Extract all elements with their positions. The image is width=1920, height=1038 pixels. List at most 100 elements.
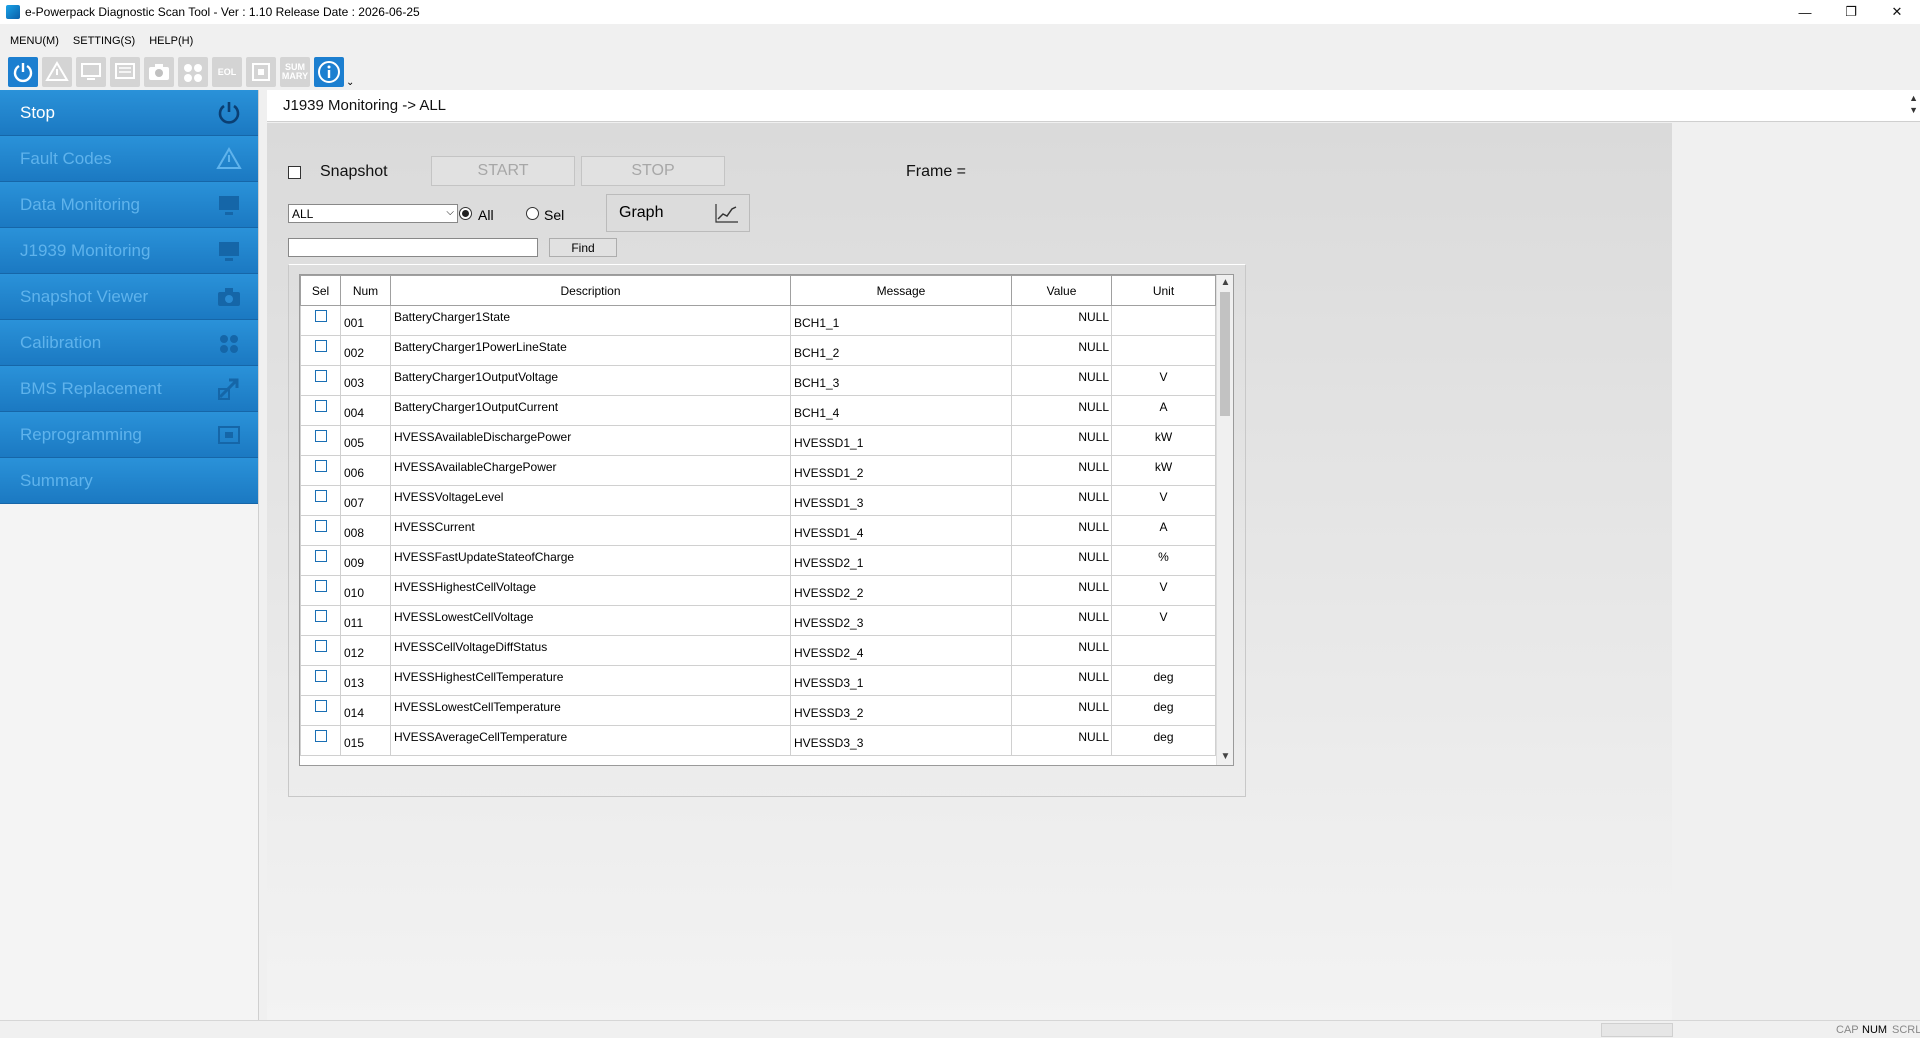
row-checkbox[interactable] [314, 550, 327, 562]
unit-cell: kW [1111, 425, 1216, 456]
table-row[interactable]: 008 HVESSCurrent HVESSD1_4 NULL A [300, 515, 1216, 546]
row-checkbox[interactable] [314, 430, 327, 442]
table-row[interactable]: 004 BatteryCharger1OutputCurrent BCH1_4 NUL… [300, 395, 1216, 426]
row-select-cell[interactable] [300, 635, 341, 666]
table-vertical-scrollbar[interactable]: ▲ ▼ [1216, 275, 1233, 765]
table-row[interactable]: 012 HVESSCellVoltageDiffStatus HVESSD2_4 NU… [300, 635, 1216, 666]
col-header-description[interactable]: Description [390, 275, 791, 306]
sidebar-item-reprogramming[interactable]: Reprogramming [0, 412, 258, 458]
col-header-message[interactable]: Message [790, 275, 1012, 306]
col-header-value[interactable]: Value [1011, 275, 1112, 306]
row-select-cell[interactable] [300, 695, 341, 726]
sidebar-item-summary[interactable]: Summary [0, 458, 258, 504]
row-checkbox[interactable] [314, 370, 327, 382]
row-checkbox[interactable] [314, 610, 327, 622]
search-input[interactable] [288, 238, 538, 257]
toolbar-fault-button[interactable] [42, 57, 72, 87]
table-row[interactable]: 007 HVESSVoltageLevel HVESSD1_3 NULL V [300, 485, 1216, 516]
table-row[interactable]: 013 HVESSHighestCellTemperature HVESSD3_1 N… [300, 665, 1216, 696]
sidebar-item-bms-replacement[interactable]: BMS Replacement [0, 366, 258, 412]
menu-setting[interactable]: SETTING(S) [73, 35, 135, 47]
row-checkbox[interactable] [314, 640, 327, 652]
minimize-button[interactable]: — [1782, 0, 1828, 24]
close-button[interactable]: ✕ [1874, 0, 1920, 24]
toolbar-j1939-button[interactable] [110, 57, 140, 87]
row-checkbox[interactable] [314, 490, 327, 502]
toolbar-power-button[interactable] [8, 57, 38, 87]
snapshot-checkbox[interactable] [288, 166, 301, 179]
row-checkbox[interactable] [314, 580, 327, 592]
radio-sel[interactable] [526, 207, 539, 220]
row-select-cell[interactable] [300, 725, 341, 756]
graph-button-label: Graph [619, 204, 664, 221]
row-checkbox[interactable] [314, 460, 327, 472]
sidebar-item-data-monitoring[interactable]: Data Monitoring [0, 182, 258, 228]
row-select-cell[interactable] [300, 395, 341, 426]
toolbar-reprogram-button[interactable] [246, 57, 276, 87]
sidebar-item-snapshot-viewer[interactable]: Snapshot Viewer [0, 274, 258, 320]
toolbar-monitor-button[interactable] [76, 57, 106, 87]
scroll-up-icon[interactable]: ▲ [1217, 275, 1233, 291]
table-row[interactable]: 010 HVESSHighestCellVoltage HVESSD2_2 NULL V [300, 575, 1216, 606]
row-checkbox[interactable] [314, 520, 327, 532]
sidebar-item-stop[interactable]: Stop [0, 90, 258, 136]
row-select-cell[interactable] [300, 335, 341, 366]
row-select-cell[interactable] [300, 425, 341, 456]
value-cell: NULL [1011, 605, 1112, 636]
warning-icon [214, 145, 244, 173]
caps-indicator: CAP [1836, 1024, 1859, 1036]
start-button[interactable]: START [431, 156, 575, 186]
header-scroll-arrows-icon[interactable]: ▲ ▼ [1909, 92, 1918, 116]
stop-button[interactable]: STOP [581, 156, 725, 186]
row-select-cell[interactable] [300, 575, 341, 606]
toolbar-eol-button[interactable]: EOL [212, 57, 242, 87]
sidebar-item-fault-codes[interactable]: Fault Codes [0, 136, 258, 182]
restore-button[interactable]: ❐ [1828, 0, 1874, 24]
num-cell: 006 [340, 455, 391, 486]
row-select-cell[interactable] [300, 455, 341, 486]
table-row[interactable]: 011 HVESSLowestCellVoltage HVESSD2_3 NULL V [300, 605, 1216, 636]
table-row[interactable]: 002 BatteryCharger1PowerLineState BCH1_2 NU… [300, 335, 1216, 366]
row-select-cell[interactable] [300, 665, 341, 696]
table-row[interactable]: 003 BatteryCharger1OutputVoltage BCH1_3 NUL… [300, 365, 1216, 396]
scroll-down-icon[interactable]: ▼ [1217, 749, 1233, 765]
table-row[interactable]: 005 HVESSAvailableDischargePower HVESSD1_1… [300, 425, 1216, 456]
row-select-cell[interactable] [300, 605, 341, 636]
row-checkbox[interactable] [314, 400, 327, 412]
row-checkbox[interactable] [314, 670, 327, 682]
find-button[interactable]: Find [549, 238, 617, 257]
table-row[interactable]: 014 HVESSLowestCellTemperature HVESSD3_2 NU… [300, 695, 1216, 726]
row-select-cell[interactable] [300, 545, 341, 576]
menu-main[interactable]: MENU(M) [10, 35, 59, 47]
toolbar-snapshot-button[interactable] [144, 57, 174, 87]
radio-all[interactable] [459, 207, 472, 220]
toolbar-info-button[interactable] [314, 57, 344, 87]
row-select-cell[interactable] [300, 485, 341, 516]
table-row[interactable]: 006 HVESSAvailableChargePower HVESSD1_2 NUL… [300, 455, 1216, 486]
row-checkbox[interactable] [314, 730, 327, 742]
toolbar-overflow-icon[interactable]: ⌄ [346, 77, 354, 88]
table-row[interactable]: 001 BatteryCharger1State BCH1_1 NULL [300, 305, 1216, 336]
row-checkbox[interactable] [314, 700, 327, 712]
row-select-cell[interactable] [300, 515, 341, 546]
unit-cell: % [1111, 545, 1216, 576]
sidebar-item-calibration[interactable]: Calibration [0, 320, 258, 366]
col-header-num[interactable]: Num [340, 275, 391, 306]
eol-label: EOL [217, 66, 237, 77]
sidebar-item-j1939-monitoring[interactable]: J1939 Monitoring [0, 228, 258, 274]
graph-button[interactable]: Graph [606, 194, 750, 232]
table-row[interactable]: 015 HVESSAverageCellTemperature HVESSD3_3 N… [300, 725, 1216, 756]
toolbar-calibration-button[interactable] [178, 57, 208, 87]
scrollbar-thumb[interactable] [1220, 292, 1230, 416]
col-header-unit[interactable]: Unit [1111, 275, 1216, 306]
num-cell: 015 [340, 725, 391, 756]
col-header-sel[interactable]: Sel [300, 275, 341, 306]
row-checkbox[interactable] [314, 340, 327, 352]
menu-help[interactable]: HELP(H) [149, 35, 193, 47]
toolbar-summary-button[interactable]: SUM MARY [280, 57, 310, 87]
row-checkbox[interactable] [314, 310, 327, 322]
row-select-cell[interactable] [300, 365, 341, 396]
table-row[interactable]: 009 HVESSFastUpdateStateofCharge HVESSD2_1… [300, 545, 1216, 576]
row-select-cell[interactable] [300, 305, 341, 336]
filter-select[interactable]: ALL ⌵ [288, 204, 458, 223]
